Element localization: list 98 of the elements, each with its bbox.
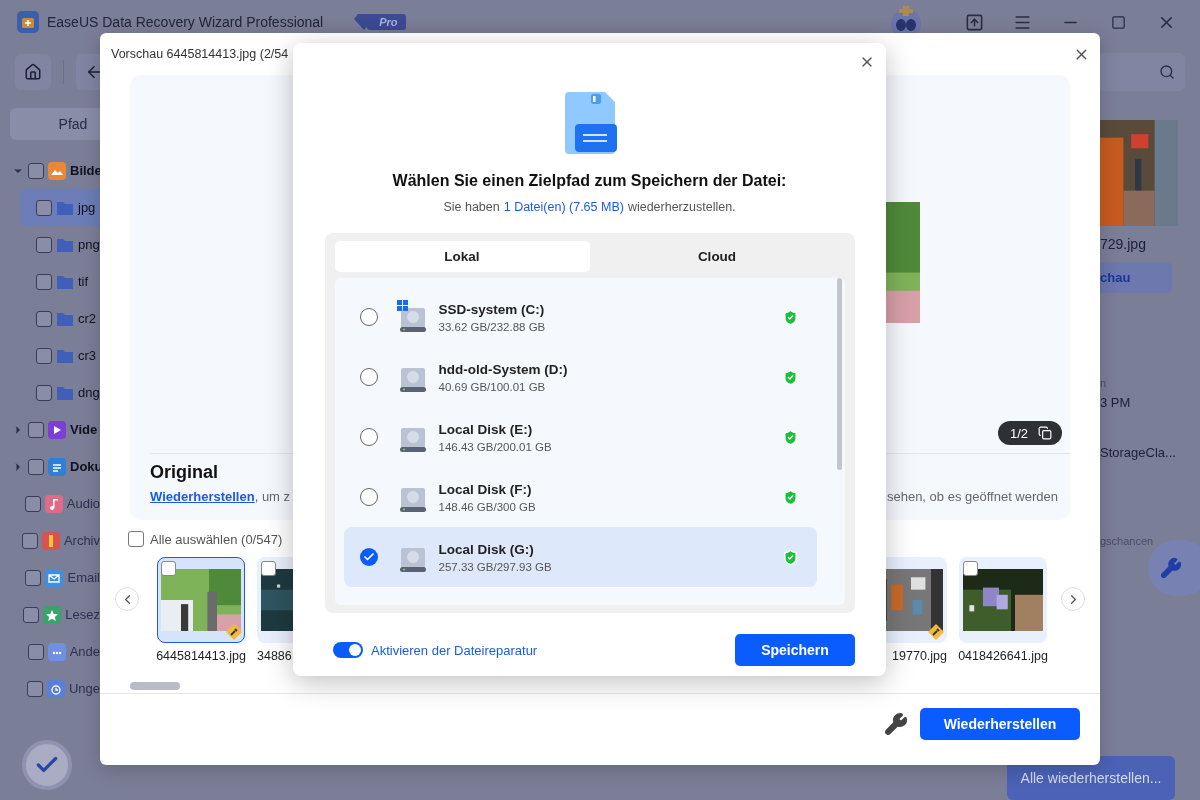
info-text: 3 PM (1100, 395, 1132, 410)
select-all-label: Alle auswählen (0/547) (150, 531, 283, 547)
section-title: Original (150, 462, 219, 483)
shield-icon (781, 368, 799, 386)
checkbox[interactable] (36, 236, 52, 253)
thumbnail-card[interactable] (157, 557, 245, 643)
tree-item[interactable]: png (20, 226, 100, 263)
home-icon (24, 63, 42, 81)
drive-name: hdd-old-System (D:) (438, 361, 569, 377)
radio-button[interactable] (359, 548, 378, 566)
file-name: 34886 (257, 649, 292, 663)
folder-icon (56, 236, 74, 253)
checkbox[interactable] (36, 347, 52, 364)
recover-link[interactable]: Wiederherstellen (150, 489, 255, 504)
repair-toggle[interactable] (333, 642, 363, 658)
file-name: 6445814413.jpg (156, 649, 246, 663)
drive-row[interactable]: SSD-system (C:) 33.62 GB/232.88 GB (343, 287, 817, 347)
select-all-checkbox[interactable] (128, 531, 144, 547)
checkbox[interactable] (36, 199, 52, 216)
drive-size: 146.43 GB/200.01 GB (438, 440, 553, 453)
save-button[interactable]: Speichern (735, 634, 855, 666)
tab[interactable]: Cloud (589, 241, 845, 272)
checkbox[interactable] (28, 421, 44, 438)
drive-name: Local Disk (E:) (438, 421, 534, 437)
info-text: StorageCla... (1100, 445, 1177, 460)
folder-icon (56, 273, 74, 290)
check-icon (22, 740, 72, 790)
app-title: EaseUS Data Recovery Wizard Professional (47, 14, 324, 30)
drive-size: 40.69 GB/100.01 GB (438, 380, 547, 393)
tree-item[interactable]: tif (20, 263, 100, 300)
shield-icon (781, 488, 799, 506)
recover-button[interactable]: Wiederherstellen (920, 707, 1080, 740)
system-drive-icon (396, 300, 429, 334)
drive-row[interactable]: Local Disk (G:) 257.33 GB/297.93 GB (343, 527, 817, 587)
next-button[interactable] (1061, 587, 1085, 611)
folder-icon (56, 310, 74, 327)
drive-row[interactable]: Local Disk (F:) 148.46 GB/300 GB (343, 467, 817, 527)
file-count: 1 Datei(en) (7.65 MB) (503, 200, 624, 214)
pages-icon (1038, 426, 1052, 440)
scrollbar[interactable] (836, 278, 842, 470)
wrench-badge-icon (226, 624, 242, 640)
folder-icon (56, 347, 74, 364)
wrench-icon[interactable] (884, 711, 908, 736)
radio-button[interactable] (359, 428, 378, 446)
shield-icon (781, 428, 799, 446)
file-name: 19770.jpg (892, 649, 947, 663)
shield-icon (781, 548, 799, 566)
checkbox[interactable] (36, 384, 52, 401)
hint-text: , um z (254, 489, 291, 504)
hint-text: sehen, ob es geöffnet werden (886, 489, 1058, 504)
tree-item[interactable]: jpg (20, 189, 100, 226)
search-field[interactable] (1097, 53, 1185, 91)
page-counter: 1/2 (997, 421, 1062, 445)
drive-size: 33.62 GB/232.88 GB (438, 320, 547, 333)
checkbox[interactable] (963, 561, 978, 576)
radio-button[interactable] (359, 308, 378, 326)
wrench-icon (1160, 557, 1182, 579)
checkbox[interactable] (36, 273, 52, 290)
shield-icon (781, 308, 799, 326)
edition-badge: Pro (367, 14, 406, 30)
radio-button[interactable] (359, 368, 378, 386)
thumbnail-card[interactable] (959, 557, 1047, 643)
radio-button[interactable] (359, 488, 378, 506)
tree-item[interactable]: cr3 (20, 337, 100, 374)
wrench-badge-icon (928, 624, 944, 640)
folder-icon (56, 384, 74, 401)
drive-name: Local Disk (F:) (438, 481, 533, 497)
drive-name: SSD-system (C:) (438, 301, 546, 317)
tree-item[interactable]: cr2 (20, 300, 100, 337)
preview-button[interactable]: chau (1100, 262, 1172, 293)
dialog-title: Vorschau 6445814413.jpg (2/54 (111, 47, 289, 61)
file-name: 0418426641.jpg (958, 649, 1048, 663)
drive-size: 148.46 GB/300 GB (438, 500, 537, 513)
checkbox[interactable] (36, 310, 52, 327)
category-label[interactable]: Vide (70, 422, 98, 437)
subtitle-text: Sie haben (443, 200, 500, 214)
drive-row[interactable]: hdd-old-System (D:) 40.69 GB/100.01 GB (343, 347, 817, 407)
app-logo-icon (17, 11, 39, 33)
drive-row[interactable]: Local Disk (E:) 146.43 GB/200.01 GB (343, 407, 817, 467)
check-icon (362, 551, 375, 563)
checkbox[interactable] (28, 458, 44, 475)
scrollbar[interactable] (130, 682, 180, 690)
search-icon (1159, 64, 1175, 80)
tree-item[interactable]: dng (20, 374, 100, 411)
drive-size: 257.33 GB/297.93 GB (438, 560, 553, 573)
checkbox[interactable] (161, 561, 176, 576)
file-name: 729.jpg (1100, 236, 1147, 252)
drive-name: Local Disk (G:) (438, 541, 535, 557)
folder-icon (56, 199, 74, 216)
dialog-title: Wählen Sie einen Zielpfad zum Speichern der Datei: (392, 172, 787, 190)
tab[interactable]: Lokal (334, 241, 590, 272)
checkbox[interactable] (28, 162, 44, 179)
checkbox[interactable] (261, 561, 276, 576)
category-label[interactable]: Bilde (70, 163, 102, 178)
toggle-label: Aktivieren der Dateireparatur (371, 642, 539, 658)
subtitle-text: wiederherzustellen. (627, 200, 736, 214)
home-button[interactable] (15, 54, 51, 90)
previous-button[interactable] (115, 587, 139, 611)
